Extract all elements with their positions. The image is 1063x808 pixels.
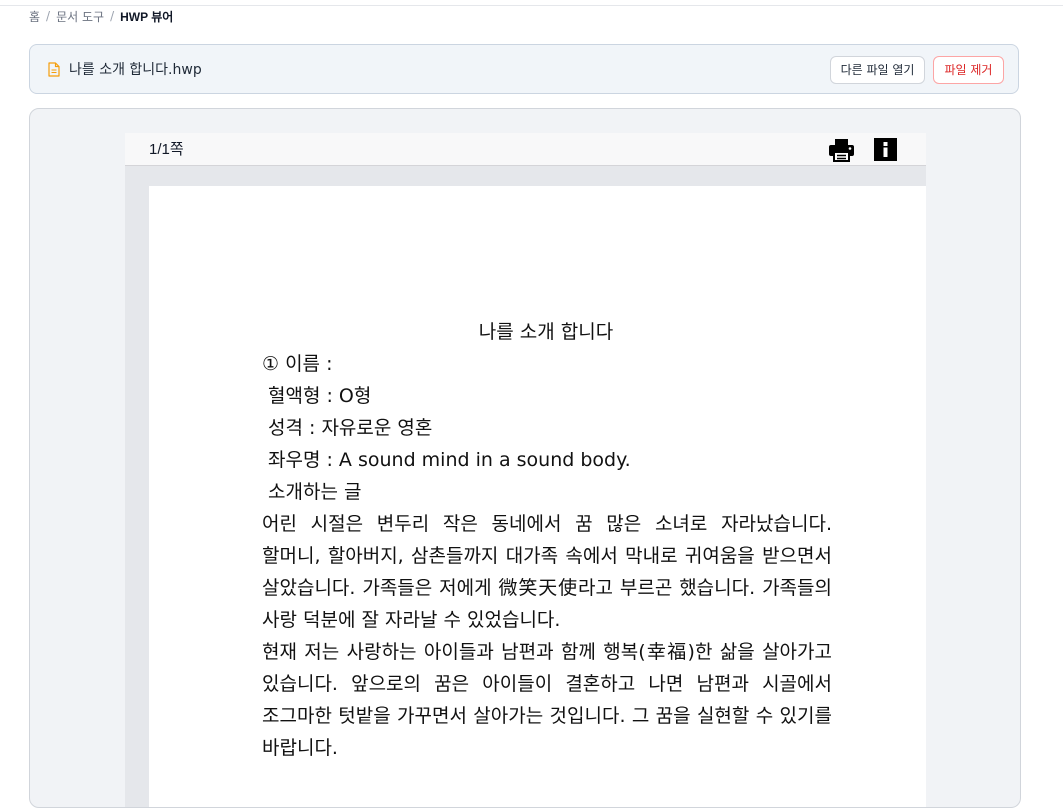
document-line-blood-type: 혈액형 : O형 [268,385,372,407]
open-other-file-button[interactable]: 다른 파일 열기 [830,56,925,84]
breadcrumb-section[interactable]: 문서 도구 [56,8,104,25]
document-line-personality: 성격 : 자유로운 영혼 [268,417,433,439]
print-icon[interactable] [828,138,855,162]
document-page: 나를 소개 합니다 ① 이름 : 혈액형 : O형 성격 : 자유로운 영혼 좌… [149,186,926,807]
document-title: 나를 소개 합니다 [478,321,614,343]
document-line-name: ① 이름 : [262,353,333,375]
document-line-intro-heading: 소개하는 글 [268,481,362,503]
hwp-viewer: 1/1쪽 나를 소개 합니다 ① 이름: 혈액형: O형 성격: 자유로운… [125,133,926,807]
document-paragraph-present: 현재 저는 사랑하는 아이들과 남편과 함께 행복(幸福)한 삶을 살아가고 있… [262,641,832,759]
info-icon[interactable] [874,138,897,161]
document-content: 나를 소개 합니다 ① 이름 : 혈액형 : O형 성격 : 자유로운 영혼 좌… [262,316,832,764]
document-paragraph-childhood: 어린 시절은 변두리 작은 동네에서 꿈 많은 소녀로 자라났습니다. 할머니,… [262,513,832,631]
remove-file-button[interactable]: 파일 제거 [933,56,1004,84]
viewer-container: 1/1쪽 나를 소개 합니다 ① 이름: 혈액형: O형 성격: 자유로운… [29,108,1021,808]
viewer-toolbar: 1/1쪽 [125,133,926,166]
breadcrumb-current: HWP 뷰어 [120,9,174,24]
top-divider [0,5,1063,6]
breadcrumb: 홈 / 문서 도구 / HWP 뷰어 [29,8,173,24]
breadcrumb-separator: / [46,9,51,23]
file-name: 나를 소개 합니다.hwp [69,62,202,78]
document-icon [48,62,60,77]
page-indicator: 1/1쪽 [149,141,184,158]
document-line-motto: 좌우명 : A sound mind in a sound body. [268,449,631,471]
breadcrumb-separator: / [110,9,115,23]
breadcrumb-home[interactable]: 홈 [29,8,40,25]
file-bar: 나를 소개 합니다.hwp 다른 파일 열기 파일 제거 [29,44,1019,94]
